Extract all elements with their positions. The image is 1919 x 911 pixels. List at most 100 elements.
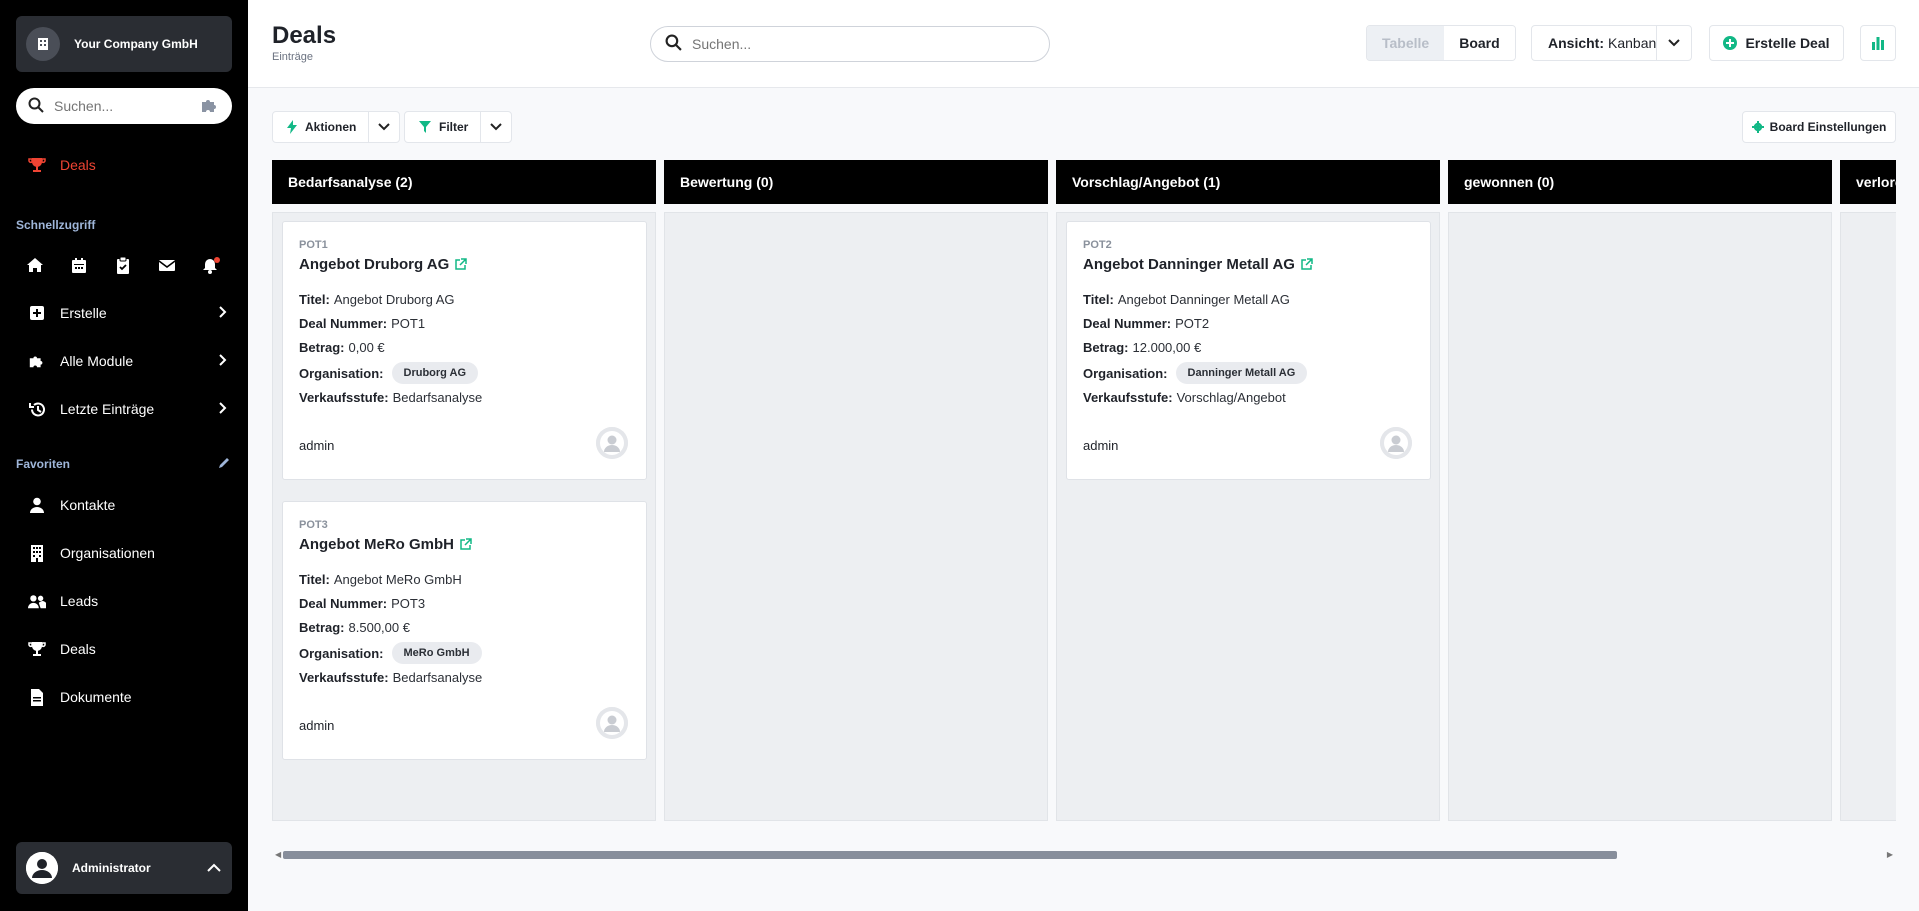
deal-number-label: POT3 (299, 519, 328, 531)
field-label: Deal Nummer: (1083, 316, 1172, 331)
calendar-icon[interactable] (70, 256, 88, 274)
main-search-input[interactable] (692, 36, 1012, 52)
sidebar-search-input[interactable] (54, 98, 184, 114)
puzzle-icon[interactable] (200, 98, 220, 115)
sidebar-item-alle-module[interactable]: Alle Module (28, 352, 228, 370)
clipboard-check-icon[interactable] (114, 256, 132, 274)
deal-title[interactable]: Angebot Danninger Metall AG (1083, 256, 1313, 273)
trophy-icon (28, 640, 46, 658)
sidebar-item-label: Dokumente (60, 689, 132, 705)
field-label: Betrag: (299, 620, 345, 635)
sidebar-item-deals-active[interactable]: Deals (28, 156, 96, 174)
sidebar-item-label: Leads (60, 593, 99, 609)
sidebar-item-erstelle[interactable]: Erstelle (28, 304, 228, 322)
external-link-icon[interactable] (1300, 258, 1313, 271)
field-verkaufsstufe: Verkaufsstufe: Bedarfsanalyse (299, 390, 482, 405)
column-header[interactable]: verloren (0) (1840, 160, 1896, 204)
organisation-tag[interactable]: Druborg AG (391, 362, 479, 384)
actions-label: Aktionen (305, 120, 357, 134)
field-value: Vorschlag/Angebot (1176, 390, 1286, 405)
sidebar-item-label: Deals (60, 641, 96, 657)
field-value: 8.500,00 € (348, 620, 410, 635)
deal-card[interactable]: POT1 Angebot Druborg AG Titel: Angebot Dr… (282, 221, 647, 480)
deal-title-text: Angebot Druborg AG (299, 256, 450, 273)
deal-card[interactable]: POT2 Angebot Danninger Metall AG Titel: A… (1066, 221, 1431, 480)
organisation-tag[interactable]: MeRo GmbH (391, 642, 482, 664)
mail-icon[interactable] (158, 256, 176, 274)
tab-board[interactable]: Board (1444, 26, 1515, 60)
field-label: Verkaufsstufe: (299, 390, 389, 405)
column-header[interactable]: Bewertung (0) (664, 160, 1048, 204)
chevron-down-icon[interactable] (1657, 26, 1691, 60)
create-deal-button[interactable]: Erstelle Deal (1709, 25, 1844, 61)
sidebar-item-kontakte[interactable]: Kontakte (28, 496, 115, 514)
pencil-icon[interactable] (218, 456, 230, 472)
sidebar-item-deals[interactable]: Deals (28, 640, 96, 658)
external-link-icon[interactable] (459, 538, 472, 551)
sidebar-item-leads[interactable]: Leads (28, 592, 98, 610)
column-header[interactable]: Vorschlag/Angebot (1) (1056, 160, 1440, 204)
sidebar: Your Company GmbH Deals Schnellzugriff E… (0, 0, 248, 911)
chevron-down-icon[interactable] (369, 112, 399, 142)
sidebar-item-dokumente[interactable]: Dokumente (28, 688, 132, 706)
deal-card[interactable]: POT3 Angebot MeRo GmbH Titel: Angebot MeR… (282, 501, 647, 760)
field-titel: Titel: Angebot MeRo GmbH (299, 572, 462, 587)
scrollbar-thumb[interactable] (283, 851, 1617, 859)
horizontal-scrollbar[interactable]: ◀ ▶ (272, 848, 1896, 862)
bell-icon[interactable] (202, 256, 220, 274)
field-label: Organisation: (1083, 365, 1168, 381)
field-value: Angebot Druborg AG (333, 292, 455, 307)
filter-button-group: Filter (404, 111, 513, 143)
company-logo-icon (26, 27, 60, 61)
field-titel: Titel: Angebot Danninger Metall AG (1083, 292, 1290, 307)
create-deal-label: Erstelle Deal (1745, 35, 1830, 51)
board-settings-button[interactable]: Board Einstellungen (1742, 111, 1896, 143)
column-header[interactable]: Bedarfsanalyse (2) (272, 160, 656, 204)
home-icon[interactable] (26, 256, 44, 274)
users-icon (28, 592, 46, 610)
field-value: Bedarfsanalyse (392, 390, 483, 405)
field-deal-nummer: Deal Nummer: POT1 (299, 316, 425, 331)
bar-chart-icon[interactable] (1860, 25, 1896, 61)
owner-name: admin (299, 718, 335, 733)
scroll-right-arrow-icon[interactable]: ▶ (1887, 850, 1893, 859)
search-icon (28, 97, 44, 116)
filter-button[interactable]: Filter (405, 112, 482, 142)
plus-square-icon (28, 304, 46, 322)
chevron-right-icon (218, 305, 228, 322)
deal-title[interactable]: Angebot Druborg AG (299, 256, 468, 273)
sidebar-search (16, 88, 232, 124)
sidebar-item-label: Erstelle (60, 305, 107, 321)
external-link-icon[interactable] (454, 258, 468, 271)
avatar-icon (1380, 427, 1412, 459)
favorites-title: Favoriten (16, 457, 71, 471)
bolt-icon (287, 120, 297, 134)
company-switcher[interactable]: Your Company GmbH (16, 16, 232, 72)
chevron-down-icon[interactable] (481, 112, 511, 142)
field-deal-nummer: Deal Nummer: POT2 (1083, 316, 1209, 331)
main-search (650, 26, 1050, 62)
user-menu[interactable]: Administrator (16, 842, 232, 894)
field-label: Titel: (299, 572, 330, 587)
field-organisation: Organisation: Danninger Metall AG (1083, 362, 1308, 384)
company-name: Your Company GmbH (74, 37, 198, 51)
field-label: Verkaufsstufe: (299, 670, 389, 685)
actions-button[interactable]: Aktionen (273, 112, 370, 142)
deal-title[interactable]: Angebot MeRo GmbH (299, 536, 472, 553)
kanban-board: Bedarfsanalyse (2) POT1 Angebot Druborg … (272, 160, 1896, 821)
field-label: Verkaufsstufe: (1083, 390, 1173, 405)
field-label: Titel: (1083, 292, 1114, 307)
owner-name: admin (1083, 438, 1119, 453)
organisation-tag[interactable]: Danninger Metall AG (1175, 362, 1308, 384)
view-select[interactable]: Ansicht: Kanban (1531, 25, 1692, 61)
avatar-icon (596, 707, 628, 739)
sidebar-item-letzte-eintraege[interactable]: Letzte Einträge (28, 400, 228, 418)
view-value: Kanban (1608, 35, 1657, 51)
scroll-left-arrow-icon[interactable]: ◀ (275, 850, 281, 859)
tab-tabelle[interactable]: Tabelle (1367, 26, 1445, 60)
sidebar-item-organisationen[interactable]: Organisationen (28, 544, 155, 562)
chevron-up-icon (206, 860, 222, 876)
column-header[interactable]: gewonnen (0) (1448, 160, 1832, 204)
field-value: 0,00 € (348, 340, 385, 355)
field-label: Deal Nummer: (299, 596, 388, 611)
